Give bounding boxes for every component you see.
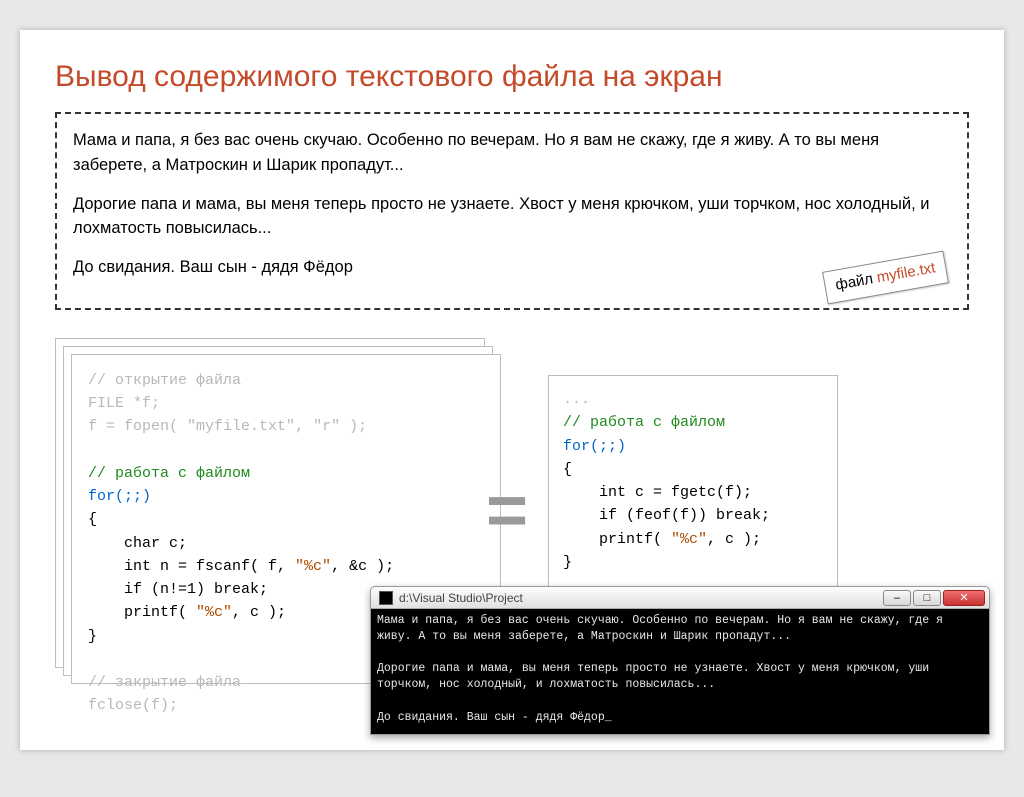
console-titlebar: d:\Visual Studio\Project – □ ✕ [371,587,989,609]
slide: Вывод содержимого текстового файла на эк… [20,30,1004,750]
slide-title: Вывод содержимого текстового файла на эк… [55,60,969,94]
file-paragraph: Мама и папа, я без вас очень скучаю. Осо… [73,128,951,178]
window-buttons: – □ ✕ [883,590,985,606]
code-block-2: ... // работа с файлом for(;;) { int c =… [563,388,823,597]
equals-sign: = [486,490,528,533]
file-content-box: Мама и папа, я без вас очень скучаю. Осо… [55,112,969,310]
console-window: d:\Visual Studio\Project – □ ✕ Мама и па… [370,586,990,735]
close-button[interactable]: ✕ [943,590,985,606]
console-icon [379,591,393,605]
file-paragraph: Дорогие папа и мама, вы меня теперь прос… [73,192,951,242]
console-title: d:\Visual Studio\Project [399,591,883,605]
code-card-alt: ... // работа с файлом for(;;) { int c =… [548,375,838,610]
maximize-button[interactable]: □ [913,590,941,606]
file-paragraph: До свидания. Ваш сын - дядя Фёдор [73,255,951,280]
minimize-button[interactable]: – [883,590,911,606]
console-output: Мама и папа, я без вас очень скучаю. Осо… [371,609,989,734]
